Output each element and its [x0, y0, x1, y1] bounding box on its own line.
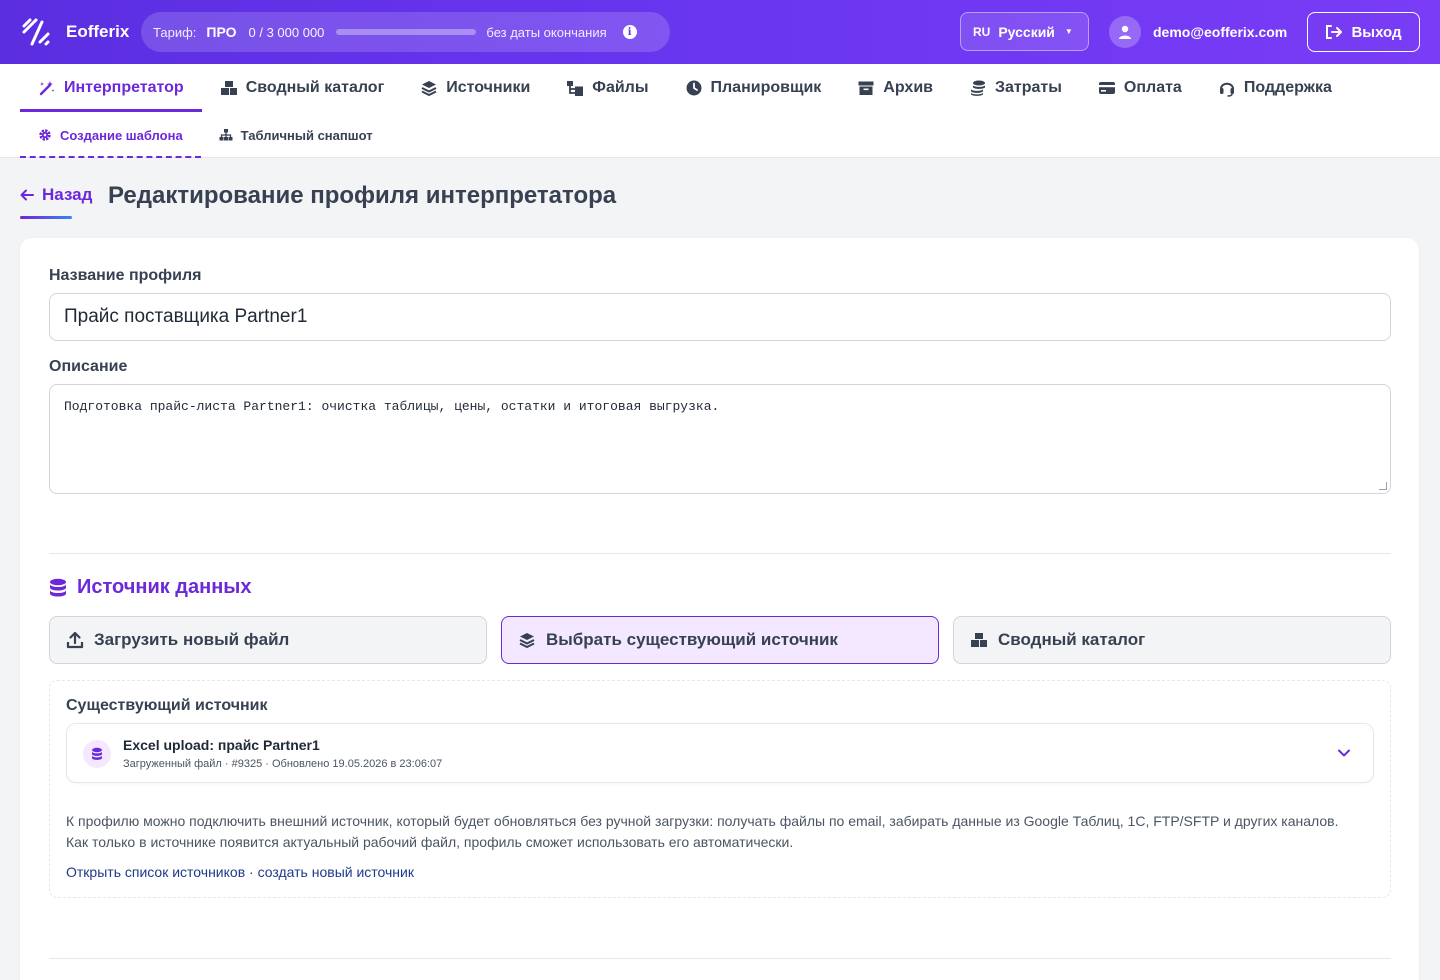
subtab-table-snapshot[interactable]: Табличный снапшот [201, 112, 391, 158]
tariff-usage: 0 / 3 000 000 [248, 24, 325, 40]
profile-name-label: Название профиля [49, 267, 202, 284]
database-icon [83, 740, 111, 768]
upload-icon [66, 631, 84, 649]
selected-source-meta: Загруженный файл · #9325 · Обновлено 19.… [123, 758, 443, 770]
tab-scheduler[interactable]: Планировщик [667, 64, 840, 112]
existing-source-select[interactable]: Excel upload: прайс Partner1 Загруженный… [66, 723, 1374, 783]
sign-out-icon [1326, 25, 1343, 39]
tariff-expiry: без даты окончания [486, 24, 607, 40]
profile-form-card: Название профиля Прайс поставщика Partne… [20, 238, 1419, 980]
tariff-pill: Тариф: ПРО 0 / 3 000 000 без даты оконча… [141, 12, 670, 52]
caret-down-icon: ▼ [1064, 27, 1073, 36]
tab-label: Файлы [592, 79, 649, 96]
description-label: Описание [49, 358, 128, 375]
option-label: Загрузить новый файл [94, 630, 290, 649]
resize-handle-icon[interactable] [1379, 482, 1387, 490]
secondary-tabs: Создание шаблона Табличный снапшот [20, 112, 391, 158]
language-selector[interactable]: RU Русский ▼ [960, 12, 1089, 51]
brand[interactable]: Eofferix [20, 16, 129, 48]
primary-tabs: Интерпретатор Сводный каталог Источники … [20, 64, 1350, 112]
selected-source-title: Excel upload: прайс Partner1 [123, 737, 320, 753]
coins-icon [969, 79, 987, 97]
tab-label: Оплата [1123, 79, 1182, 96]
tab-archive[interactable]: Архив [839, 64, 951, 112]
tab-label: Затраты [994, 79, 1062, 96]
existing-source-hint: К профилю можно подключить внешний источ… [66, 813, 1339, 850]
section-divider [49, 553, 1391, 554]
headset-icon [1218, 79, 1236, 97]
language-name: Русский [998, 23, 1055, 40]
magic-wand-icon [38, 79, 56, 97]
layers-icon [519, 633, 535, 648]
tab-label: Планировщик [710, 79, 822, 96]
user-email: demo@eofferix.com [1153, 24, 1288, 40]
tab-sources[interactable]: Источники [402, 64, 548, 112]
description-text: Подготовка прайс-листа Partner1: очистка… [64, 399, 720, 414]
tab-costs[interactable]: Затраты [951, 64, 1080, 112]
subtab-label: Табличный снапшот [240, 127, 373, 143]
back-label: Назад [42, 185, 93, 204]
upload-new-file-button[interactable]: Загрузить новый файл [49, 616, 487, 664]
subtab-create-template[interactable]: Создание шаблона [20, 112, 201, 158]
user-icon [1119, 25, 1131, 39]
brand-name: Eofferix [66, 22, 130, 41]
arrow-left-icon [20, 189, 34, 201]
data-source-heading: Источник данных [49, 576, 251, 599]
logout-label: Выход [1351, 23, 1402, 41]
folder-tree-icon [566, 79, 584, 97]
credit-card-icon [1098, 79, 1116, 97]
boxes-icon [971, 633, 987, 647]
tab-label: Сводный каталог [245, 79, 385, 96]
layers-icon [420, 79, 438, 97]
tab-files[interactable]: Файлы [548, 64, 666, 112]
section-divider [49, 958, 1391, 959]
tab-label: Источники [446, 79, 531, 96]
tab-label: Интерпретатор [64, 79, 184, 96]
tab-support[interactable]: Поддержка [1200, 64, 1350, 112]
tab-summary-catalog[interactable]: Сводный каталог [202, 64, 403, 112]
option-label: Сводный каталог [998, 630, 1146, 649]
usage-progress-bar [336, 29, 477, 35]
data-source-title: Источник данных [77, 576, 252, 598]
tab-interpreter[interactable]: Интерпретатор [20, 64, 202, 112]
archive-icon [857, 79, 875, 97]
tariff-label: Тариф: [153, 24, 197, 40]
description-textarea[interactable]: Подготовка прайс-листа Partner1: очистка… [49, 384, 1391, 494]
subtab-label: Создание шаблона [60, 127, 183, 143]
user-menu[interactable]: demo@eofferix.com [1109, 16, 1287, 48]
existing-source-title: Существующий источник [66, 697, 268, 714]
select-existing-source-button[interactable]: Выбрать существующий источник [501, 616, 939, 664]
chevron-down-icon [1338, 749, 1350, 757]
language-code: RU [973, 24, 991, 39]
profile-name-input[interactable]: Прайс поставщика Partner1 [49, 293, 1391, 341]
summary-catalog-source-button[interactable]: Сводный каталог [953, 616, 1391, 664]
create-new-source-link[interactable]: создать новый источник [258, 864, 414, 880]
clock-icon [685, 79, 703, 97]
gear-icon [38, 128, 52, 142]
link-separator: · [245, 864, 258, 880]
page-title: Редактирование профиля интерпретатора [108, 182, 617, 209]
tab-label: Поддержка [1243, 79, 1332, 96]
database-icon [50, 578, 66, 596]
logout-button[interactable]: Выход [1307, 12, 1420, 52]
tab-payment[interactable]: Оплата [1080, 64, 1200, 112]
info-icon[interactable]: i [622, 25, 637, 39]
logo-icon [22, 18, 50, 46]
tariff-plan: ПРО [206, 24, 237, 40]
boxes-icon [220, 79, 238, 97]
top-bar: Eofferix Тариф: ПРО 0 / 3 000 000 без да… [0, 0, 1440, 64]
back-link[interactable]: Назад [20, 185, 92, 205]
back-underline [20, 216, 72, 219]
avatar [1109, 16, 1141, 48]
existing-source-panel: Существующий источник Excel upload: прай… [49, 680, 1391, 898]
tab-label: Архив [883, 79, 933, 96]
option-label: Выбрать существующий источник [546, 630, 838, 649]
sitemap-icon [219, 128, 233, 142]
source-links: Открыть список источников · создать новы… [66, 864, 414, 880]
main-navigation: Интерпретатор Сводный каталог Источники … [0, 64, 1440, 158]
open-sources-list-link[interactable]: Открыть список источников [66, 864, 245, 880]
